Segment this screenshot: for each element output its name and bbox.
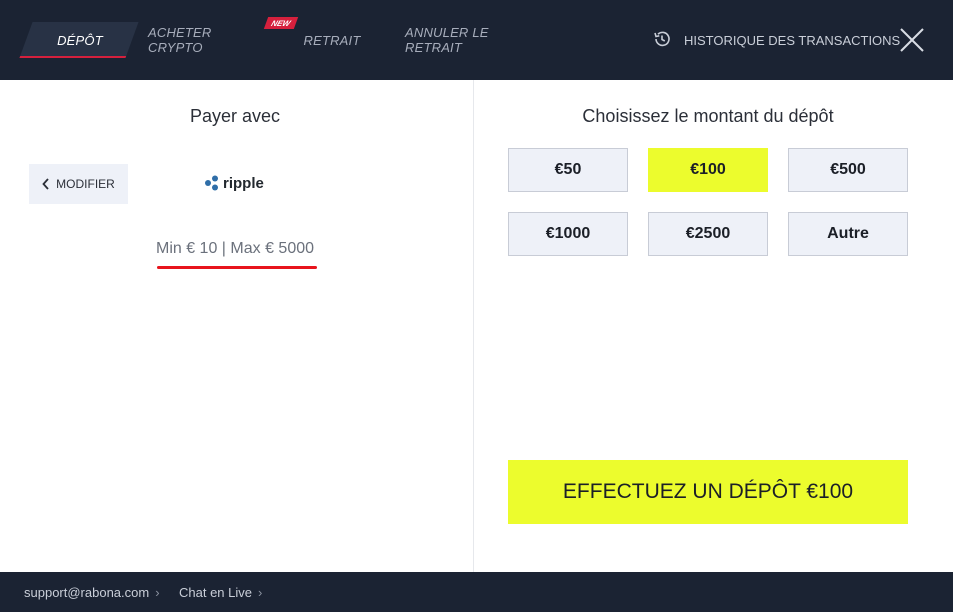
chevron-right-icon: ›: [258, 585, 263, 600]
top-nav: DÉPÔT ACHETER CRYPTO NEW RETRAIT ANNULER…: [0, 0, 953, 80]
history-clock-icon: [652, 29, 672, 52]
support-email-link[interactable]: support@rabona.com ›: [24, 585, 160, 600]
payment-method-panel: [0, 80, 474, 572]
limits-underline: [157, 266, 317, 269]
amount-option-1000[interactable]: €1000: [508, 212, 628, 256]
tab-withdraw[interactable]: RETRAIT: [302, 22, 362, 58]
amount-option-2500[interactable]: €2500: [648, 212, 768, 256]
payment-method-name: ripple: [223, 174, 264, 192]
ripple-logo: ripple: [204, 172, 264, 194]
new-badge: NEW: [263, 17, 299, 29]
close-icon[interactable]: [898, 26, 926, 54]
amount-option-500[interactable]: €500: [788, 148, 908, 192]
support-email-label: support@rabona.com: [24, 585, 150, 600]
tab-depot[interactable]: DÉPÔT: [30, 22, 130, 58]
choose-amount-title: Choisissez le montant du dépôt: [582, 106, 834, 126]
live-chat-link[interactable]: Chat en Live ›: [179, 585, 262, 600]
history-label: HISTORIQUE DES TRANSACTIONS: [684, 32, 901, 48]
modify-label: MODIFIER: [56, 177, 115, 191]
deposit-submit-button[interactable]: EFFECTUEZ UN DÉPÔT €100: [508, 460, 908, 524]
tab-buy-crypto[interactable]: ACHETER CRYPTO: [148, 22, 258, 58]
modify-button[interactable]: MODIFIER: [29, 164, 128, 204]
deposit-modal: DÉPÔT ACHETER CRYPTO NEW RETRAIT ANNULER…: [0, 0, 953, 612]
deposit-limits: Min € 10 | Max € 5000: [155, 240, 315, 257]
chevron-right-icon: ›: [155, 585, 160, 600]
live-chat-label: Chat en Live: [179, 585, 252, 600]
panel-divider: [473, 80, 474, 572]
amount-option-50[interactable]: €50: [508, 148, 628, 192]
tab-cancel-withdraw[interactable]: ANNULER LE RETRAIT: [405, 22, 535, 58]
amount-option-100[interactable]: €100: [648, 148, 768, 192]
footer: support@rabona.com › Chat en Live ›: [0, 572, 953, 612]
pay-with-title: Payer avec: [189, 106, 281, 126]
ripple-icon: [205, 175, 218, 191]
chevron-left-icon: [42, 178, 49, 190]
transaction-history-link[interactable]: HISTORIQUE DES TRANSACTIONS: [652, 28, 900, 52]
amount-option-other[interactable]: Autre: [788, 212, 908, 256]
